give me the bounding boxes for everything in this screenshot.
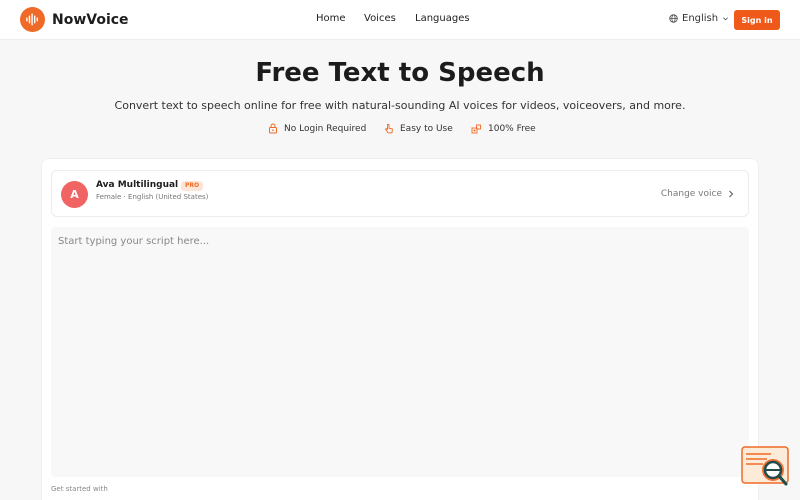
brand[interactable]: NowVoice — [20, 7, 129, 32]
nav-voices[interactable]: Voices — [364, 13, 396, 24]
page-title: Free Text to Speech — [255, 58, 545, 88]
coins-icon — [471, 123, 482, 134]
nav-home[interactable]: Home — [316, 13, 346, 24]
brand-name: NowVoice — [52, 11, 129, 28]
chevron-right-icon — [728, 190, 734, 198]
top-navbar: NowVoice Home Voices Languages English S… — [0, 0, 800, 40]
pointer-icon — [384, 123, 394, 134]
voice-meta: Female · English (United States) — [96, 193, 208, 201]
feature-label: 100% Free — [488, 123, 536, 134]
feature-free: 100% Free — [471, 123, 536, 134]
pro-badge: PRO — [181, 181, 204, 191]
feature-label: No Login Required — [284, 123, 367, 134]
lock-icon — [268, 123, 278, 134]
change-voice-button[interactable]: Change voice — [661, 189, 734, 199]
get-started-hint: Get started with — [51, 485, 108, 493]
feature-easy: Easy to Use — [384, 123, 453, 134]
chevron-down-icon — [722, 15, 729, 22]
page-subtitle: Convert text to speech online for free w… — [114, 99, 686, 112]
voice-gender: Female — [96, 193, 122, 201]
voice-locale: English (United States) — [128, 193, 209, 201]
language-label: English — [682, 13, 719, 24]
search-help-widget-icon[interactable] — [741, 446, 791, 488]
voice-avatar: A — [61, 181, 88, 208]
voice-selector[interactable]: A Ava Multilingual PRO Female · English … — [51, 170, 749, 217]
script-input[interactable] — [51, 227, 749, 477]
soundwave-logo-icon — [20, 7, 45, 32]
globe-icon — [669, 14, 678, 23]
meta-separator: · — [123, 193, 126, 201]
voice-name: Ava Multilingual — [96, 180, 179, 190]
language-selector[interactable]: English — [669, 13, 729, 24]
feature-no-login: No Login Required — [268, 123, 366, 134]
sign-in-button[interactable]: Sign in — [734, 10, 780, 30]
nav-languages[interactable]: Languages — [415, 13, 475, 24]
feature-label: Easy to Use — [400, 123, 453, 134]
change-voice-label: Change voice — [660, 189, 722, 199]
